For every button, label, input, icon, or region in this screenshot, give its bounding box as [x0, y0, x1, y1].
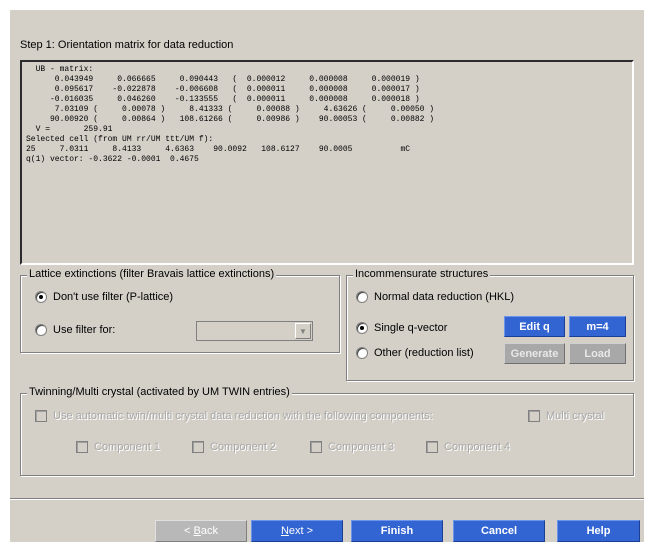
back-prefix: < — [184, 525, 194, 537]
twinning-legend: Twinning/Multi crystal (activated by UM … — [27, 386, 292, 398]
auto-twin-box[interactable] — [35, 410, 47, 422]
multi-crystal-box[interactable] — [528, 410, 540, 422]
radio-other-dot[interactable] — [356, 347, 368, 359]
m4-button[interactable]: m=4 — [569, 316, 626, 337]
radio-single-q-label: Single q-vector — [374, 322, 448, 334]
load-button[interactable]: Load — [569, 343, 626, 364]
component-1-box[interactable] — [76, 441, 88, 453]
cancel-button[interactable]: Cancel — [453, 520, 545, 542]
multi-crystal-label: Multi crystal — [546, 410, 605, 422]
radio-normal[interactable]: Normal data reduction (HKL) — [356, 291, 514, 303]
radio-normal-label: Normal data reduction (HKL) — [374, 291, 515, 303]
component-1-label: Component 1 — [94, 441, 161, 453]
radio-no-filter-label: Don't use filter (P-lattice) — [53, 291, 174, 303]
auto-twin-label: Use automatic twin/multi crystal data re… — [53, 410, 433, 422]
component-4-checkbox[interactable]: Component 4 — [426, 441, 510, 453]
next-rest: ext > — [288, 525, 314, 537]
component-3-box[interactable] — [310, 441, 322, 453]
next-underline: N — [280, 525, 289, 537]
component-4-box[interactable] — [426, 441, 438, 453]
radio-use-filter-label: Use filter for: — [53, 324, 116, 336]
radio-no-filter[interactable]: Don't use filter (P-lattice) — [35, 291, 173, 303]
radio-no-filter-dot[interactable] — [35, 291, 47, 303]
component-4-label: Component 4 — [444, 441, 511, 453]
back-button[interactable]: < Back — [155, 520, 247, 542]
back-rest: ack — [200, 525, 218, 537]
matrix-output: UB - matrix: 0.043949 0.066665 0.090443 … — [20, 60, 634, 265]
auto-twin-checkbox[interactable]: Use automatic twin/multi crystal data re… — [35, 410, 433, 422]
twinning-group: Twinning/Multi crystal (activated by UM … — [20, 386, 634, 476]
radio-single-q-dot[interactable] — [356, 322, 368, 334]
component-1-checkbox[interactable]: Component 1 — [76, 441, 160, 453]
help-button[interactable]: Help — [557, 520, 640, 542]
radio-other-label: Other (reduction list) — [374, 347, 474, 359]
component-2-label: Component 2 — [210, 441, 277, 453]
multi-crystal-checkbox[interactable]: Multi crystal — [528, 410, 604, 422]
generate-button[interactable]: Generate — [504, 343, 565, 364]
finish-button[interactable]: Finish — [351, 520, 443, 542]
matrix-text: UB - matrix: 0.043949 0.066665 0.090443 … — [26, 65, 435, 164]
incommensurate-legend: Incommensurate structures — [353, 268, 491, 280]
wizard-panel: Step 1: Orientation matrix for data redu… — [10, 10, 644, 542]
edit-q-button[interactable]: Edit q — [504, 316, 565, 337]
filter-select[interactable]: ▼ — [196, 321, 313, 341]
back-underline: B — [193, 525, 201, 537]
lattice-legend: Lattice extinctions (filter Bravais latt… — [27, 268, 277, 280]
radio-other[interactable]: Other (reduction list) — [356, 347, 474, 359]
separator — [10, 498, 644, 500]
radio-single-q[interactable]: Single q-vector — [356, 322, 447, 334]
component-3-checkbox[interactable]: Component 3 — [310, 441, 394, 453]
step-title: Step 1: Orientation matrix for data redu… — [20, 39, 234, 51]
component-2-checkbox[interactable]: Component 2 — [192, 441, 276, 453]
component-2-box[interactable] — [192, 441, 204, 453]
next-button[interactable]: Next > — [251, 520, 343, 542]
component-3-label: Component 3 — [328, 441, 395, 453]
radio-use-filter[interactable]: Use filter for: — [35, 324, 115, 336]
radio-normal-dot[interactable] — [356, 291, 368, 303]
radio-use-filter-dot[interactable] — [35, 324, 47, 336]
chevron-down-icon[interactable]: ▼ — [295, 323, 311, 339]
lattice-group: Lattice extinctions (filter Bravais latt… — [20, 268, 340, 353]
